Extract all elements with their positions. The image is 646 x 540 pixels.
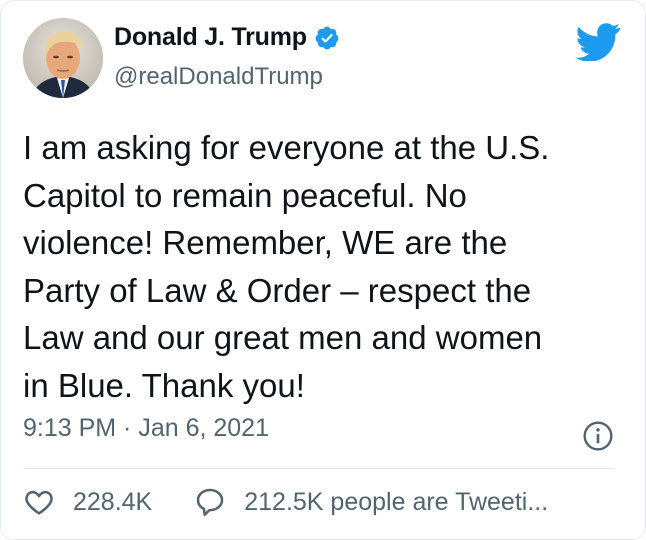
twitter-bird-icon[interactable] — [575, 23, 621, 61]
tweet-card: Donald J. Trump @realDonaldTrump I am as… — [0, 0, 646, 540]
talking-count: 212.5K people are Tweeti... — [244, 487, 549, 516]
tweet-line: Law and our great men and women — [23, 319, 543, 356]
like-count: 228.4K — [73, 487, 153, 516]
tweet-line: Party of Law & Order – respect the — [23, 271, 532, 309]
display-name[interactable]: Donald J. Trump — [114, 23, 307, 52]
avatar[interactable] — [23, 18, 103, 98]
speech-bubble-icon — [196, 488, 224, 516]
tweet-text: I am asking for everyone at the U.S. Cap… — [23, 124, 623, 409]
talking-about-button[interactable]: 212.5K people are Tweeti... — [194, 486, 548, 518]
divider — [23, 468, 615, 469]
avatar-image — [23, 18, 103, 98]
tweet-timestamp[interactable]: 9:13 PM · Jan 6, 2021 — [23, 414, 269, 443]
tweet-line: I am asking for everyone at the U.S. — [23, 129, 550, 166]
like-button[interactable]: 228.4K — [23, 486, 152, 518]
tweet-actions: 228.4K 212.5K people are Tweeti... — [23, 486, 548, 518]
user-handle[interactable]: @realDonaldTrump — [114, 63, 323, 91]
author-name-row[interactable]: Donald J. Trump — [114, 23, 340, 52]
tweet-line: violence! Remember, WE are the — [23, 224, 508, 261]
info-icon[interactable] — [582, 420, 614, 452]
verified-badge-icon — [315, 26, 339, 49]
heart-icon — [25, 490, 53, 515]
tweet-line: Capitol to remain peaceful. No — [23, 176, 467, 214]
tweet-line: in Blue. Thank you! — [23, 366, 305, 404]
